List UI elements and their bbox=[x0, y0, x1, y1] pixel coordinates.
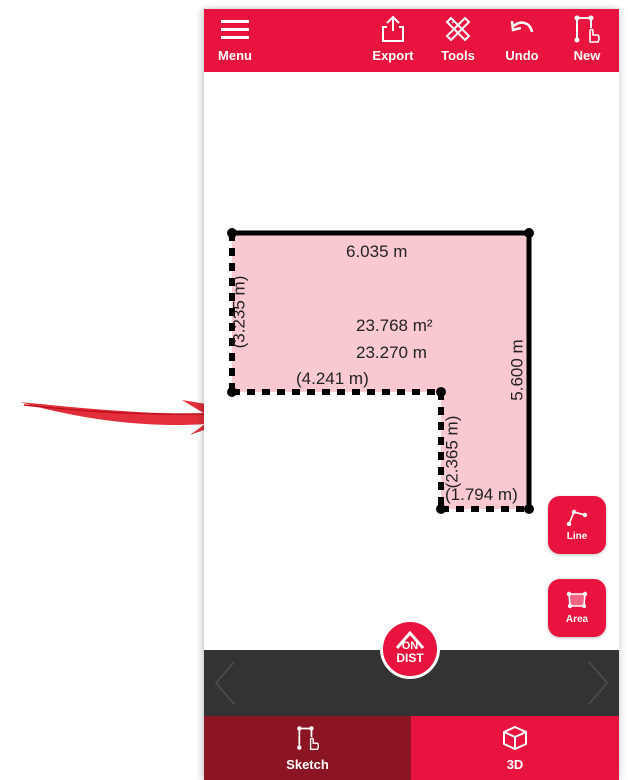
right-wall-length: 5.600 m bbox=[507, 339, 527, 401]
new-label: New bbox=[573, 48, 601, 63]
sketch-canvas[interactable]: 6.035 m (3.235 m) 5.600 m 23.768 m² 23.2… bbox=[204, 72, 619, 650]
new-button[interactable]: New bbox=[559, 9, 615, 72]
on-dist-button[interactable]: ON DIST bbox=[380, 619, 440, 679]
export-icon bbox=[382, 15, 404, 42]
line-tool-label: Line bbox=[566, 531, 588, 542]
phone-screen: Menu Export Tools Undo New 6.035 m (3.23… bbox=[204, 9, 619, 780]
new-sketch-icon bbox=[574, 15, 600, 43]
chevron-left-icon[interactable] bbox=[212, 658, 238, 708]
tab-sketch[interactable]: Sketch bbox=[204, 716, 411, 780]
tab-3d-label: 3D bbox=[506, 756, 524, 772]
export-label: Export bbox=[372, 48, 414, 63]
cube-icon bbox=[503, 725, 527, 750]
area-tool-label: Area bbox=[565, 614, 589, 625]
left-wall-length: (3.235 m) bbox=[229, 275, 249, 349]
area-icon bbox=[566, 591, 588, 609]
on-dist-dist: DIST bbox=[396, 651, 424, 665]
export-button[interactable]: Export bbox=[365, 9, 421, 72]
area-tool-button[interactable]: Area bbox=[548, 579, 606, 637]
undo-icon bbox=[510, 20, 534, 33]
tab-3d[interactable]: 3D bbox=[411, 716, 619, 780]
menu-icon bbox=[221, 20, 249, 39]
undo-button[interactable]: Undo bbox=[494, 9, 550, 72]
undo-label: Undo bbox=[505, 48, 539, 63]
menu-label: Menu bbox=[218, 48, 252, 63]
top-wall-length: 6.035 m bbox=[346, 242, 408, 261]
menu-button[interactable]: Menu bbox=[207, 9, 263, 72]
on-dist-icon: ON DIST bbox=[395, 630, 424, 665]
line-icon bbox=[566, 509, 588, 526]
area-value: 23.768 m² bbox=[356, 316, 433, 335]
inner-vertical-wall-length: (2.365 m) bbox=[442, 415, 462, 489]
inner-horizontal-wall-length: (4.241 m) bbox=[296, 369, 369, 388]
bottom-wall-length: (1.794 m) bbox=[445, 485, 518, 504]
perimeter-value: 23.270 m bbox=[356, 343, 427, 362]
top-toolbar: Menu Export Tools Undo New bbox=[204, 9, 619, 72]
chevron-right-icon[interactable] bbox=[585, 658, 611, 708]
tools-icon bbox=[445, 16, 471, 42]
tools-label: Tools bbox=[441, 48, 475, 63]
line-tool-button[interactable]: Line bbox=[548, 496, 606, 554]
tab-sketch-label: Sketch bbox=[286, 756, 329, 772]
sketch-icon bbox=[296, 725, 319, 750]
tools-button[interactable]: Tools bbox=[430, 9, 486, 72]
